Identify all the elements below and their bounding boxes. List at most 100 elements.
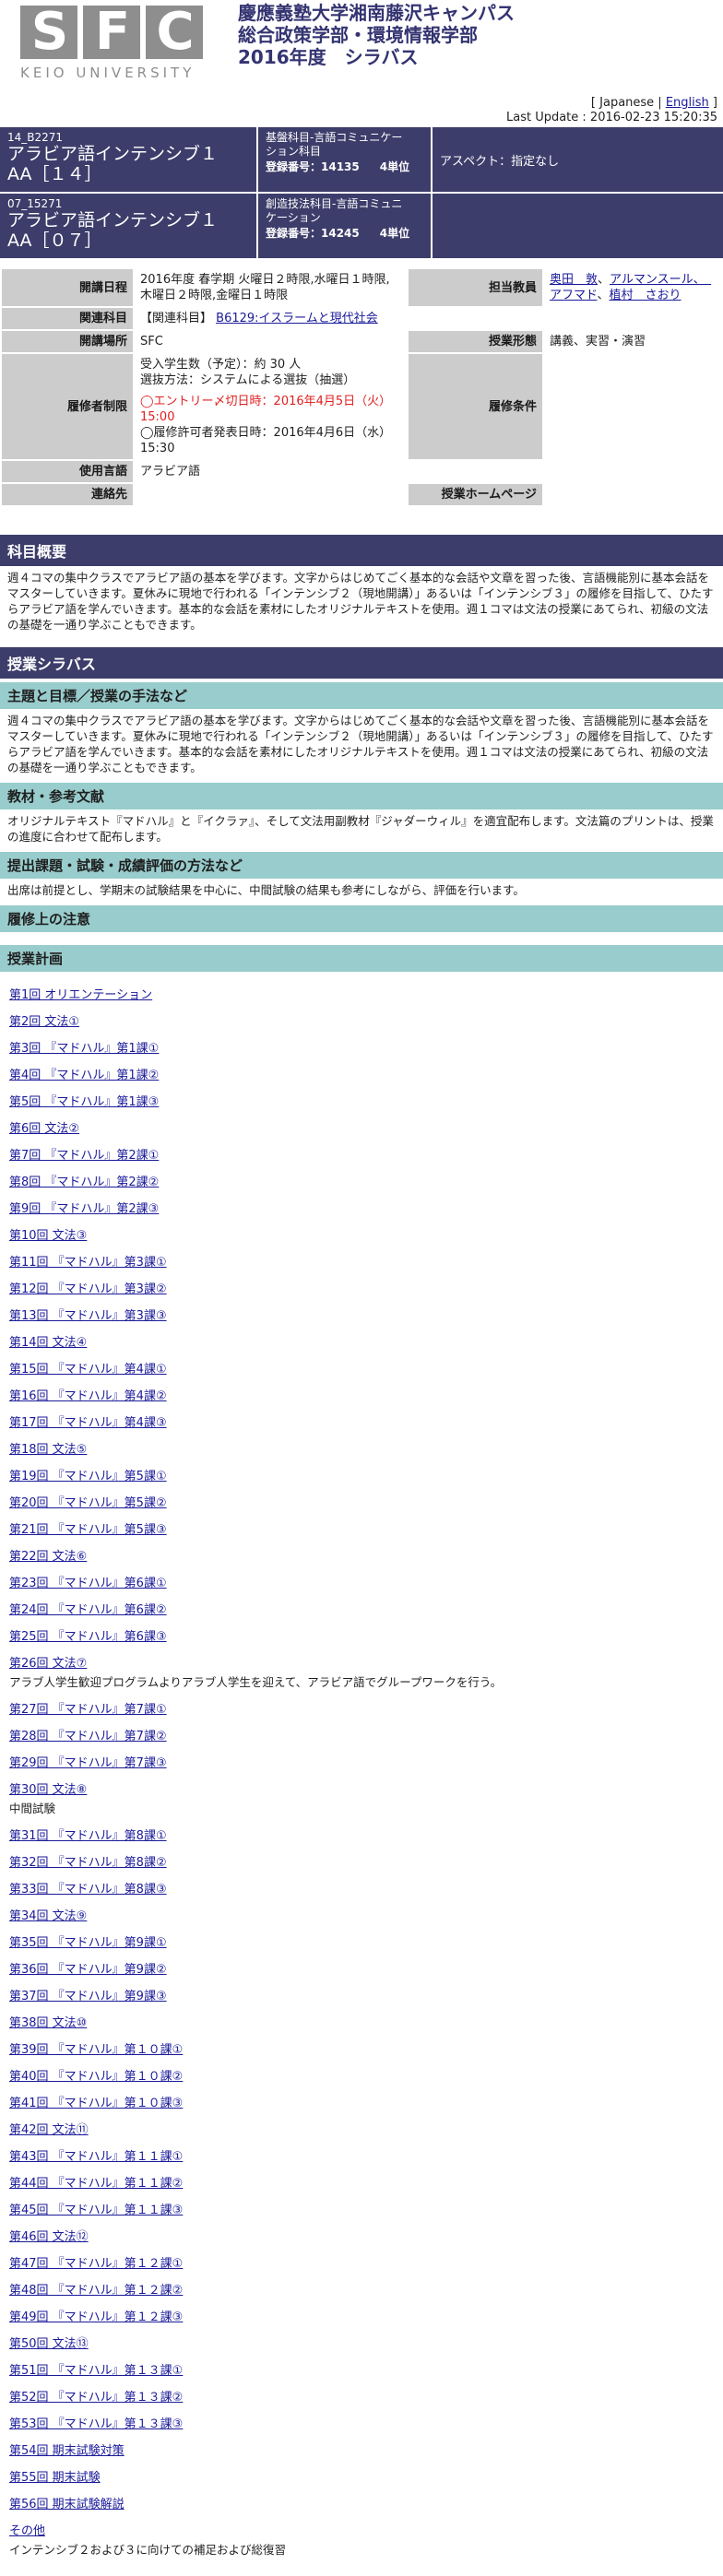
lesson-link[interactable]: 第8回 『マドハル』第2課②	[9, 1176, 159, 1189]
lesson-item: 第56回 期末試験解説	[9, 2494, 716, 2511]
related-value: 【関連科目】 B6129:イスラームと現代社会	[135, 308, 721, 329]
course-aspect	[433, 194, 723, 258]
course-category-cell: 創造技法科目-言語コミュニ ケーション 登録番号：14245 4単位	[258, 194, 431, 258]
lesson-link[interactable]: 第52回 『マドハル』第１３課②	[9, 2391, 183, 2405]
course-units: 4単位	[379, 227, 410, 240]
course-category-cont: ケーション	[266, 211, 321, 224]
info-row-contact: 連絡先 授業ホームページ	[2, 484, 721, 505]
lesson-link[interactable]: 第10回 文法③	[9, 1229, 87, 1243]
lesson-item: その他 インテンシブ２および３に向けての補足および総復習	[9, 2521, 716, 2558]
logo-subtitle: KEIO UNIVERSITY	[20, 65, 196, 81]
lesson-link[interactable]: 第26回 文法⑦	[9, 1657, 87, 1671]
lesson-link[interactable]: 第28回 『マドハル』第7課②	[9, 1730, 167, 1743]
lesson-link[interactable]: その他	[9, 2524, 45, 2538]
lesson-link[interactable]: 第34回 文法⑨	[9, 1909, 87, 1923]
instructor-link[interactable]: 植村 さおり	[610, 289, 682, 302]
header-title-university: 慶應義塾大学湘南藤沢キャンパス	[238, 2, 515, 24]
lesson-item: 第48回 『マドハル』第１２課②	[9, 2280, 716, 2298]
lesson-link[interactable]: 第41回 『マドハル』第１０課③	[9, 2097, 183, 2110]
lesson-link[interactable]: 第32回 『マドハル』第8課②	[9, 1856, 167, 1870]
lesson-item: 第51回 『マドハル』第１３課①	[9, 2360, 716, 2378]
info-row-restriction: 履修者制限 受入学生数（予定）：約 30 人 選抜方法：システムによる選抜（抽選…	[2, 354, 721, 459]
materials-heading: 教材・参考文献	[0, 783, 723, 809]
lesson-link[interactable]: 第40回 『マドハル』第１０課②	[9, 2070, 183, 2084]
lesson-link[interactable]: 第25回 『マドハル』第6課③	[9, 1630, 167, 1644]
lesson-link[interactable]: 第44回 『マドハル』第１１課②	[9, 2177, 183, 2191]
related-course-link[interactable]: B6129:イスラームと現代社会	[216, 312, 378, 325]
lesson-link[interactable]: 第17回 『マドハル』第4課③	[9, 1416, 167, 1430]
lesson-link[interactable]: 第20回 『マドハル』第5課②	[9, 1496, 167, 1510]
lesson-link[interactable]: 第11回 『マドハル』第3課①	[9, 1256, 167, 1270]
lesson-link[interactable]: 第42回 文法⑪	[9, 2123, 89, 2137]
lesson-item: 第33回 『マドハル』第8課③	[9, 1879, 716, 1897]
lesson-link[interactable]: 第14回 文法④	[9, 1336, 87, 1350]
lesson-link[interactable]: 第18回 文法⑤	[9, 1443, 87, 1457]
lang-japanese: Japanese	[599, 96, 655, 110]
lesson-link[interactable]: 第39回 『マドハル』第１０課①	[9, 2043, 183, 2057]
lesson-item: 第37回 『マドハル』第9課③	[9, 1986, 716, 2003]
lesson-link[interactable]: 第1回 オリエンテーション	[9, 988, 152, 1002]
lesson-link[interactable]: 第19回 『マドハル』第5課①	[9, 1470, 167, 1483]
lesson-item: 第29回 『マドハル』第7課③	[9, 1753, 716, 1770]
lesson-item: 第35回 『マドハル』第9課①	[9, 1932, 716, 1950]
lang-bracket-open: [	[590, 96, 600, 110]
lesson-item: 第26回 文法⑦ アラブ人学生歓迎プログラムよりアラブ人学生を迎えて、アラビア語で…	[9, 1653, 716, 1690]
lesson-link[interactable]: 第5回 『マドハル』第1課③	[9, 1095, 159, 1109]
lesson-link[interactable]: 第53回 『マドハル』第１３課③	[9, 2417, 183, 2431]
lesson-link[interactable]: 第9回 『マドハル』第2課③	[9, 1202, 159, 1216]
lang-english-link[interactable]: English	[666, 96, 709, 110]
registration-number: 登録番号：14245 4単位	[266, 227, 423, 241]
course-class: AA［０７］	[7, 230, 102, 251]
lesson-link[interactable]: 第37回 『マドハル』第9課③	[9, 1990, 167, 2003]
lesson-link[interactable]: 第21回 『マドハル』第5課③	[9, 1523, 167, 1537]
lesson-link[interactable]: 第31回 『マドハル』第8課①	[9, 1829, 167, 1843]
location-label: 開講場所	[2, 331, 133, 352]
lesson-link[interactable]: 第35回 『マドハル』第9課①	[9, 1936, 167, 1950]
instructor-link[interactable]: 奥田 敦	[550, 273, 598, 287]
logo-letter-c: C	[146, 6, 203, 59]
lesson-link[interactable]: 第4回 『マドハル』第1課②	[9, 1069, 159, 1082]
schedule-value: 2016年度 春学期 火曜日２時限,水曜日１時限,木曜日２時限,金曜日１時限	[135, 269, 407, 306]
course-list: 14_B2271 アラビア語インテンシブ１ AA［１４］ 基盤科目-言語コミュニ…	[0, 127, 723, 258]
lesson-link[interactable]: 第7回 『マドハル』第2課①	[9, 1149, 159, 1163]
lesson-link[interactable]: 第2回 文法①	[9, 1015, 79, 1029]
lesson-item: 第53回 『マドハル』第１３課③	[9, 2414, 716, 2431]
lesson-link[interactable]: 第47回 『マドハル』第１２課①	[9, 2257, 183, 2271]
lesson-link[interactable]: 第24回 『マドハル』第6課②	[9, 1603, 167, 1617]
lesson-item: 第50回 文法⑬	[9, 2334, 716, 2351]
lesson-item: 第13回 『マドハル』第3課③	[9, 1306, 716, 1323]
lesson-link[interactable]: 第51回 『マドハル』第１３課①	[9, 2364, 183, 2378]
lesson-link[interactable]: 第30回 文法⑧	[9, 1783, 87, 1797]
course-aspect: アスペクト：指定なし	[433, 127, 723, 192]
course-name: アラビア語インテンシブ１	[7, 210, 219, 230]
lesson-link[interactable]: 第55回 期末試験	[9, 2471, 101, 2485]
lesson-item: 第3回 『マドハル』第1課①	[9, 1038, 716, 1056]
lesson-link[interactable]: 第56回 期末試験解説	[9, 2498, 124, 2511]
lesson-link[interactable]: 第48回 『マドハル』第１２課②	[9, 2284, 183, 2298]
lesson-link[interactable]: 第27回 『マドハル』第7課①	[9, 1703, 167, 1717]
lesson-link[interactable]: 第15回 『マドハル』第4課①	[9, 1363, 167, 1377]
lesson-link[interactable]: 第43回 『マドハル』第１１課①	[9, 2150, 183, 2164]
lesson-item: 第40回 『マドハル』第１０課②	[9, 2066, 716, 2084]
contact-value	[135, 484, 407, 505]
lesson-link[interactable]: 第38回 文法⑩	[9, 2016, 87, 2030]
lesson-link[interactable]: 第50回 文法⑬	[9, 2337, 89, 2351]
lesson-link[interactable]: 第36回 『マドハル』第9課②	[9, 1963, 167, 1977]
sfc-logo[interactable]: S F C KEIO UNIVERSITY	[20, 6, 214, 81]
lesson-link[interactable]: 第3回 『マドハル』第1課①	[9, 1042, 159, 1056]
lesson-schedule: 第1回 オリエンテーション 第2回 文法① 第3回 『マドハル』第1課① 第4回 『マ…	[0, 972, 723, 2576]
lesson-link[interactable]: 第46回 文法⑫	[9, 2230, 89, 2244]
restriction-capacity: 受入学生数（予定）：約 30 人	[140, 358, 302, 372]
lesson-link[interactable]: 第22回 文法⑥	[9, 1550, 87, 1564]
course-row: 14_B2271 アラビア語インテンシブ１ AA［１４］ 基盤科目-言語コミュニ…	[0, 127, 723, 192]
lesson-link[interactable]: 第33回 『マドハル』第8課③	[9, 1883, 167, 1897]
lesson-link[interactable]: 第49回 『マドハル』第１２課③	[9, 2310, 183, 2324]
lesson-link[interactable]: 第16回 『マドハル』第4課②	[9, 1389, 167, 1403]
lesson-link[interactable]: 第45回 『マドハル』第１１課③	[9, 2204, 183, 2217]
lesson-link[interactable]: 第23回 『マドハル』第6課①	[9, 1577, 167, 1590]
lesson-link[interactable]: 第13回 『マドハル』第3課③	[9, 1309, 167, 1323]
lesson-link[interactable]: 第29回 『マドハル』第7課③	[9, 1756, 167, 1770]
lesson-link[interactable]: 第12回 『マドハル』第3課②	[9, 1282, 167, 1296]
lesson-link[interactable]: 第6回 文法②	[9, 1122, 79, 1136]
lesson-link[interactable]: 第54回 期末試験対策	[9, 2444, 124, 2458]
